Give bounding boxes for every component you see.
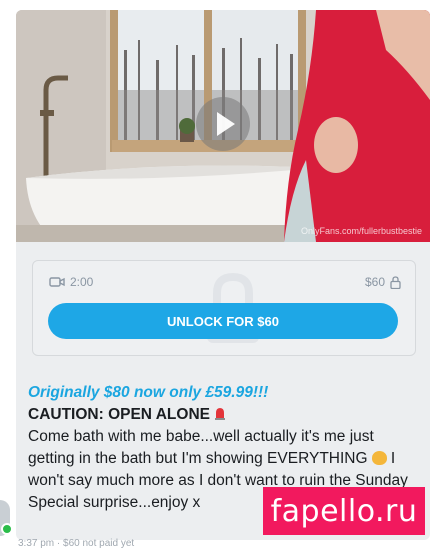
video-duration: 2:00 [49, 275, 93, 289]
post-body-part1: Come bath with me babe...well actually i… [28, 428, 374, 467]
price-text: $60 [364, 275, 385, 289]
promo-line: Originally $80 now only £59.99!!! [28, 384, 269, 401]
unlock-button[interactable]: UNLOCK FOR $60 [48, 303, 398, 339]
locked-content-box: 2:00 $60 UNLOCK FOR $60 [32, 260, 416, 356]
siren-emoji-icon [214, 408, 225, 420]
media-watermark: OnlyFans.com/fullerbustbestie [300, 226, 422, 236]
site-watermark-banner: fapello.ru [263, 487, 425, 535]
play-icon [216, 112, 235, 136]
post-meta: 3:37 pm · $60 not paid yet [18, 538, 135, 549]
lock-icon [390, 275, 401, 289]
caution-text: CAUTION: OPEN ALONE [28, 406, 210, 423]
play-button[interactable] [196, 97, 250, 151]
video-preview[interactable]: OnlyFans.com/fullerbustbestie [16, 10, 430, 242]
caution-line: CAUTION: OPEN ALONE [28, 404, 418, 426]
duration-text: 2:00 [70, 275, 94, 289]
post-card: OnlyFans.com/fullerbustbestie 2:00 $60 U… [16, 10, 430, 540]
price-display: $60 [365, 275, 401, 289]
cat-emoji-icon [371, 451, 387, 465]
video-camera-icon [49, 277, 65, 287]
online-status-dot [1, 523, 13, 535]
